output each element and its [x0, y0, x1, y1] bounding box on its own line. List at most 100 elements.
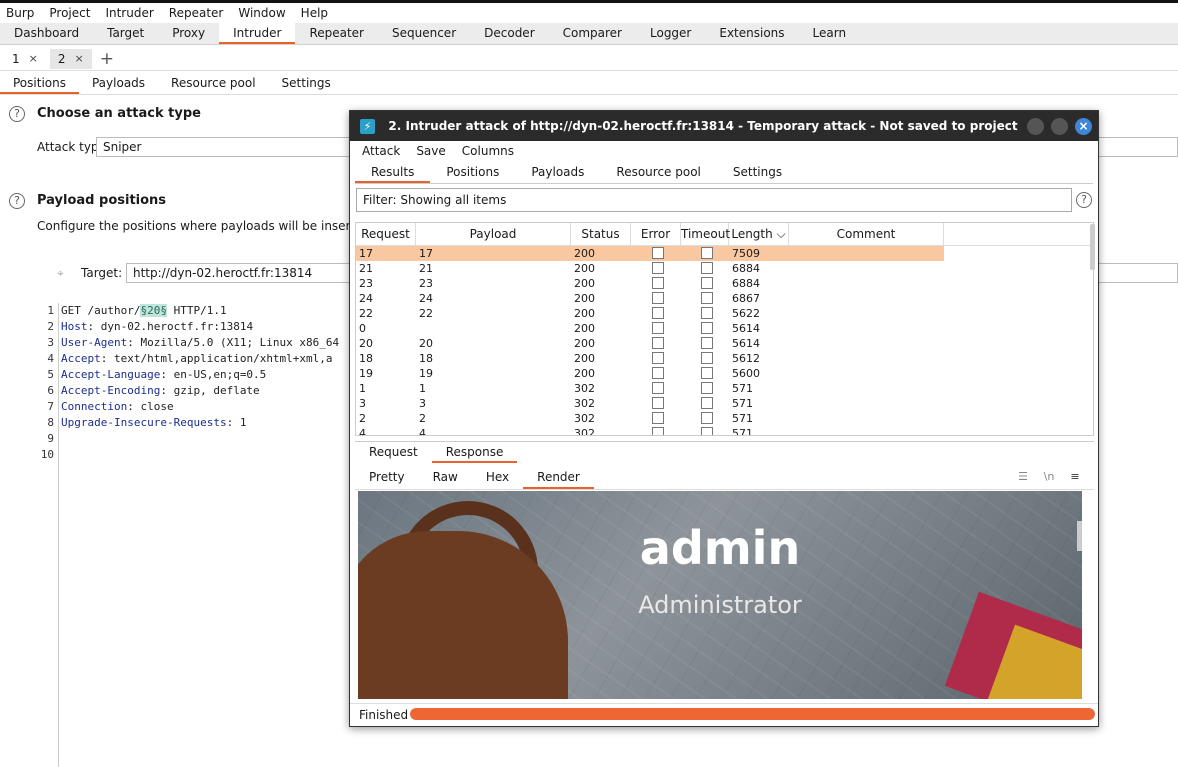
tab-intruder[interactable]: Intruder: [219, 23, 296, 44]
table-row[interactable]: 20 20 200 5614: [356, 336, 944, 351]
attack-tab-payloads[interactable]: Payloads: [515, 163, 600, 183]
menu-project[interactable]: Project: [49, 6, 90, 20]
column-header-length[interactable]: Length ⌵: [729, 223, 789, 245]
attack-tab-resource-pool[interactable]: Resource pool: [600, 163, 716, 183]
error-checkbox[interactable]: [651, 292, 664, 304]
error-checkbox[interactable]: [651, 412, 664, 424]
error-checkbox[interactable]: [651, 382, 664, 394]
menu-intruder[interactable]: Intruder: [105, 6, 153, 20]
tab-target[interactable]: Target: [93, 23, 158, 44]
attack-window-titlebar[interactable]: ⚡ 2. Intruder attack of http://dyn-02.he…: [350, 111, 1098, 163]
timeout-checkbox[interactable]: [700, 277, 713, 289]
table-row[interactable]: 0 200 5614: [356, 321, 944, 336]
target-input[interactable]: http://dyn-02.heroctf.fr:13814: [126, 263, 356, 283]
error-checkbox[interactable]: [651, 397, 664, 409]
menu-help[interactable]: Help: [301, 6, 328, 20]
tab-proxy[interactable]: Proxy: [158, 23, 219, 44]
table-row[interactable]: 17 17 200 7509: [356, 246, 944, 261]
attack-tab-settings[interactable]: Settings: [717, 163, 798, 183]
newline-icon[interactable]: \n: [1040, 469, 1058, 485]
timeout-checkbox[interactable]: [700, 307, 713, 319]
tab-positions[interactable]: Positions: [0, 72, 79, 94]
tab-logger[interactable]: Logger: [636, 23, 705, 44]
tab-comparer[interactable]: Comparer: [549, 23, 636, 44]
error-checkbox[interactable]: [651, 427, 664, 435]
tab-repeater[interactable]: Repeater: [295, 23, 378, 44]
error-checkbox[interactable]: [651, 307, 664, 319]
minimize-button[interactable]: [1027, 118, 1044, 135]
table-row[interactable]: 23 23 200 6884: [356, 276, 944, 291]
intruder-tab-2[interactable]: 2 ×: [49, 48, 92, 69]
table-row[interactable]: 2 2 302 571: [356, 411, 944, 426]
close-icon[interactable]: ×: [75, 52, 84, 65]
close-icon[interactable]: ×: [29, 52, 38, 65]
error-checkbox[interactable]: [651, 322, 664, 334]
column-header-comment[interactable]: Comment: [789, 223, 944, 245]
error-checkbox[interactable]: [651, 337, 664, 349]
timeout-checkbox[interactable]: [700, 292, 713, 304]
attack-menu-attack[interactable]: Attack: [362, 144, 400, 158]
timeout-checkbox[interactable]: [700, 427, 713, 435]
column-header-timeout[interactable]: Timeout: [681, 223, 730, 245]
view-tab-render[interactable]: Render: [523, 467, 594, 489]
tab-response[interactable]: Response: [431, 442, 518, 463]
table-row[interactable]: 1 1 302 571: [356, 381, 944, 396]
tab-sequencer[interactable]: Sequencer: [378, 23, 470, 44]
error-checkbox[interactable]: [651, 247, 664, 259]
attack-type-select[interactable]: Sniper: [96, 137, 356, 157]
close-button[interactable]: ×: [1075, 118, 1092, 135]
menu-repeater[interactable]: Repeater: [169, 6, 224, 20]
attack-menu-columns[interactable]: Columns: [462, 144, 514, 158]
tab-decoder[interactable]: Decoder: [470, 23, 549, 44]
intruder-tab-1[interactable]: 1 ×: [4, 49, 46, 69]
table-row[interactable]: 19 19 200 5600: [356, 366, 944, 381]
attack-menu-save[interactable]: Save: [416, 144, 445, 158]
help-icon[interactable]: ?: [9, 106, 25, 122]
timeout-checkbox[interactable]: [700, 397, 713, 409]
timeout-checkbox[interactable]: [700, 247, 713, 259]
timeout-checkbox[interactable]: [700, 352, 713, 364]
tab-extensions[interactable]: Extensions: [705, 23, 798, 44]
tab-learn[interactable]: Learn: [799, 23, 861, 44]
table-row[interactable]: 24 24 200 6867: [356, 291, 944, 306]
error-checkbox[interactable]: [651, 262, 664, 274]
maximize-button[interactable]: [1051, 118, 1068, 135]
error-checkbox[interactable]: [651, 277, 664, 289]
timeout-checkbox[interactable]: [700, 337, 713, 349]
view-tab-hex[interactable]: Hex: [472, 467, 523, 489]
results-scrollbar[interactable]: [1090, 224, 1095, 270]
view-tab-pretty[interactable]: Pretty: [355, 467, 419, 489]
table-row[interactable]: 21 21 200 6884: [356, 261, 944, 276]
error-checkbox[interactable]: [651, 352, 664, 364]
timeout-checkbox[interactable]: [700, 412, 713, 424]
render-scrollbar[interactable]: [1077, 521, 1082, 551]
timeout-checkbox[interactable]: [700, 367, 713, 379]
table-row[interactable]: 18 18 200 5612: [356, 351, 944, 366]
tab-request[interactable]: Request: [355, 442, 432, 463]
timeout-checkbox[interactable]: [700, 262, 713, 274]
tab-dashboard[interactable]: Dashboard: [0, 23, 93, 44]
attack-tab-positions[interactable]: Positions: [430, 163, 515, 183]
timeout-checkbox[interactable]: [700, 322, 713, 334]
tab-payloads[interactable]: Payloads: [79, 72, 158, 94]
tab-resource-pool[interactable]: Resource pool: [158, 72, 268, 94]
request-editor[interactable]: GET /author/§20§ HTTP/1.1 Host: dyn-02.he…: [61, 303, 361, 463]
help-icon[interactable]: ?: [9, 193, 25, 209]
error-checkbox[interactable]: [651, 367, 664, 379]
wrap-icon[interactable]: ☰: [1014, 469, 1032, 485]
filter-bar[interactable]: Filter: Showing all items: [356, 188, 1072, 212]
add-tab-icon[interactable]: +: [100, 49, 114, 69]
column-header-request[interactable]: Request: [356, 223, 416, 245]
view-tab-raw[interactable]: Raw: [419, 467, 472, 489]
attack-tab-results[interactable]: Results: [355, 163, 431, 183]
column-header-error[interactable]: Error: [631, 223, 681, 245]
menu-icon[interactable]: ≡: [1066, 469, 1084, 485]
timeout-checkbox[interactable]: [700, 382, 713, 394]
table-row[interactable]: 22 22 200 5622: [356, 306, 944, 321]
menu-window[interactable]: Window: [238, 6, 285, 20]
help-icon[interactable]: ?: [1076, 192, 1092, 208]
table-row[interactable]: 3 3 302 571: [356, 396, 944, 411]
menu-burp[interactable]: Burp: [6, 6, 34, 20]
tab-settings[interactable]: Settings: [269, 72, 344, 94]
column-header-payload[interactable]: Payload: [416, 223, 571, 245]
